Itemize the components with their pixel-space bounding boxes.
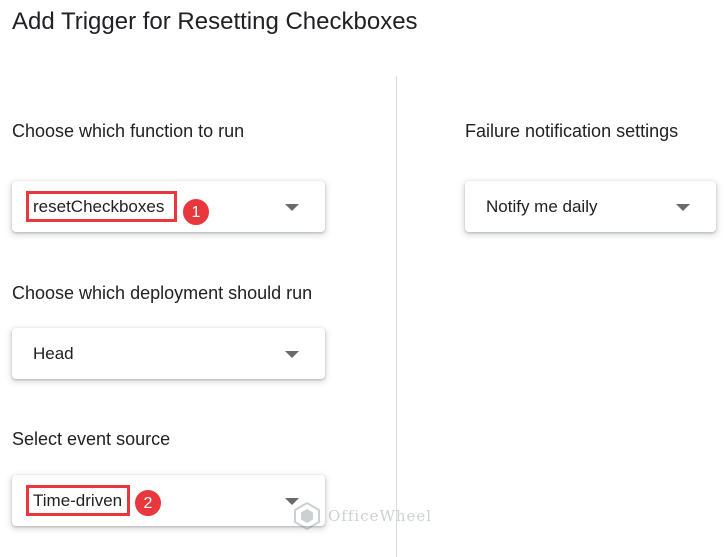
watermark: OfficeWheel [292, 500, 432, 532]
watermark-text: OfficeWheel [328, 507, 433, 525]
chevron-down-icon [285, 350, 299, 358]
column-divider [396, 76, 397, 557]
function-label: Choose which function to run [12, 121, 245, 141]
chevron-down-icon [285, 203, 299, 211]
failure-notification-select-value: Notify me daily [486, 196, 598, 216]
event-source-label: Select event source [12, 429, 171, 449]
step-badge-2: 2 [134, 489, 162, 517]
highlight-box-function [26, 191, 177, 222]
chevron-down-icon [676, 203, 690, 211]
step-badge-1: 1 [182, 198, 210, 226]
page-title: Add Trigger for Resetting Checkboxes [12, 8, 418, 35]
deployment-select-value: Head [33, 343, 74, 363]
deployment-label: Choose which deployment should run [12, 283, 313, 303]
deployment-select[interactable]: Head [12, 328, 325, 379]
failure-notification-select[interactable]: Notify me daily [465, 181, 716, 232]
failure-notification-label: Failure notification settings [465, 121, 679, 141]
officewheel-logo-icon [294, 501, 320, 531]
highlight-box-event-source [26, 485, 130, 516]
